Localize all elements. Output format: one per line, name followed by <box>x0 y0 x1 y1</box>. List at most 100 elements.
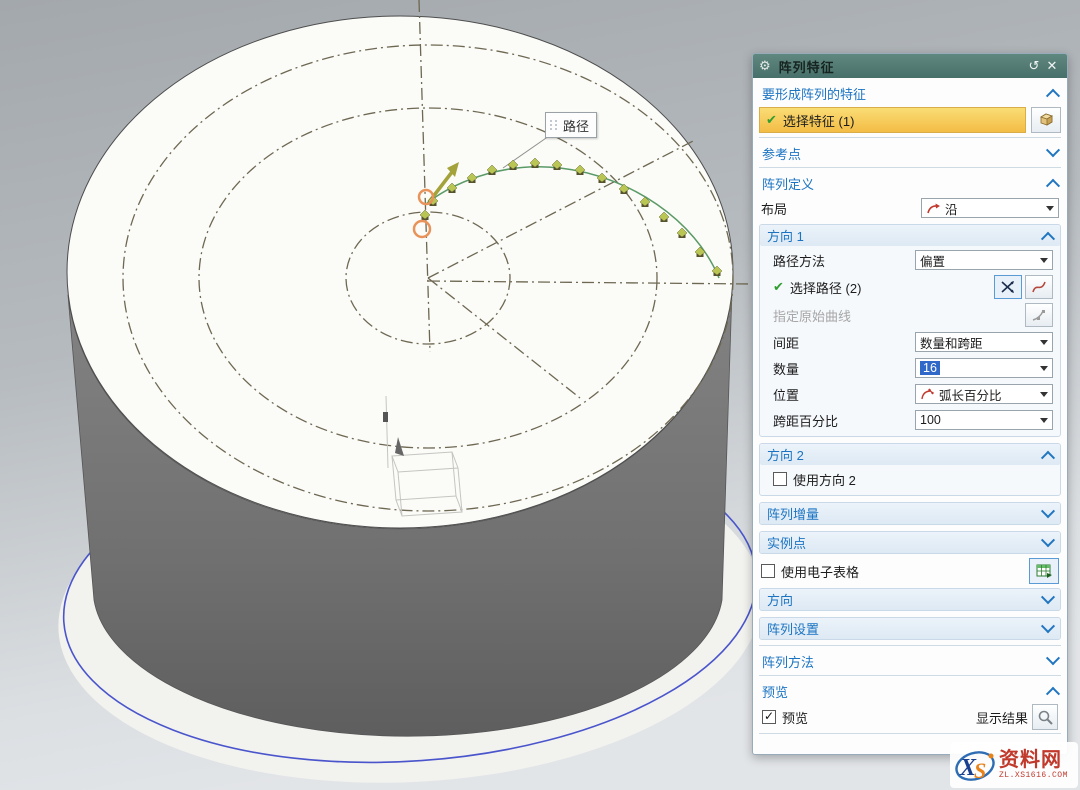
dropdown-arrow-icon <box>1040 340 1048 345</box>
section-pattern-definition[interactable]: 阵列定义 <box>758 171 1062 195</box>
preview-checkbox[interactable]: ✓ <box>762 710 776 724</box>
path-method-value: 偏置 <box>920 251 945 270</box>
feature-box-button[interactable] <box>1031 107 1061 133</box>
group-direction-1-header[interactable]: 方向 1 <box>760 225 1060 246</box>
chevron-up-icon[interactable] <box>1046 687 1060 701</box>
curve-points-icon <box>1031 308 1047 322</box>
dialog-close-icon[interactable]: ✕ <box>1043 58 1061 74</box>
section-pattern-definition-label: 阵列定义 <box>762 174 814 193</box>
spline-curve-icon <box>1031 280 1047 294</box>
path-method-label: 路径方法 <box>773 251 915 270</box>
position-dropdown[interactable]: 弧长百分比 <box>915 384 1053 404</box>
section-preview[interactable]: 预览 <box>758 679 1062 703</box>
section-reference-point[interactable]: 参考点 <box>758 141 1062 165</box>
specify-original-curve-label: 指定原始曲线 <box>773 306 1025 325</box>
section-pattern-method[interactable]: 阵列方法 <box>758 649 1062 673</box>
direction-1-label: 方向 1 <box>767 226 804 245</box>
feature-anchor-mark <box>383 412 388 422</box>
chevron-up-icon[interactable] <box>1046 179 1060 193</box>
solid-box-icon <box>1037 112 1055 128</box>
along-path-icon <box>926 202 941 215</box>
chevron-up-icon[interactable] <box>1046 89 1060 103</box>
layout-value: 沿 <box>945 199 958 218</box>
dropdown-arrow-icon <box>1046 206 1054 211</box>
dialog-reset-icon[interactable]: ↺ <box>1025 58 1043 74</box>
chevron-down-icon[interactable] <box>1046 143 1060 157</box>
path-tooltip[interactable]: 路径 <box>545 112 597 138</box>
span-percent-label: 跨距百分比 <box>773 411 915 430</box>
chevron-down-icon[interactable] <box>1041 504 1055 518</box>
use-direction-2-checkbox[interactable] <box>773 472 787 486</box>
dropdown-arrow-icon <box>1040 418 1048 423</box>
group-instance-points-header[interactable]: 实例点 <box>760 532 1060 553</box>
group-pattern-increment: 阵列增量 <box>759 502 1061 525</box>
path-method-dropdown[interactable]: 偏置 <box>915 250 1053 270</box>
dropdown-arrow-icon <box>1040 258 1048 263</box>
chevron-up-icon[interactable] <box>1041 450 1055 464</box>
section-preview-label: 预览 <box>762 682 788 701</box>
layout-label: 布局 <box>761 199 921 218</box>
use-spreadsheet-checkbox[interactable] <box>761 564 775 578</box>
group-pattern-settings-header[interactable]: 阵列设置 <box>760 618 1060 639</box>
group-direction-1: 方向 1 路径方法 偏置 ✔ 选择路径 (2) <box>759 224 1061 437</box>
orientation-label: 方向 <box>767 590 793 609</box>
group-direction-2: 方向 2 使用方向 2 <box>759 443 1061 496</box>
check-icon: ✔ <box>766 112 777 128</box>
select-path-label: 选择路径 (2) <box>790 278 994 297</box>
specify-original-curve-button[interactable] <box>1025 303 1053 327</box>
span-percent-value: 100 <box>920 413 941 427</box>
preview-checkbox-label: 预览 <box>782 708 976 727</box>
check-icon: ✔ <box>773 279 784 295</box>
tooltip-grip-icon <box>550 120 558 130</box>
span-percent-input[interactable]: 100 <box>915 410 1053 430</box>
count-input[interactable]: 16 <box>915 358 1053 378</box>
pattern-feature-dialog: ⚙ 阵列特征 ↺ ✕ 要形成阵列的特征 ✔ 选择特征 (1) <box>752 53 1068 755</box>
count-value: 16 <box>920 361 940 375</box>
stop-at-intersection-button[interactable] <box>994 275 1022 299</box>
checkbox-tick-icon: ✓ <box>764 710 774 722</box>
dialog-body: 要形成阵列的特征 ✔ 选择特征 (1) 参考点 阵列定 <box>753 78 1067 754</box>
group-orientation-header[interactable]: 方向 <box>760 589 1060 610</box>
show-result-button[interactable] <box>1032 704 1058 730</box>
show-result-label: 显示结果 <box>976 708 1028 727</box>
dialog-menu-gear-icon[interactable]: ⚙ <box>759 58 771 74</box>
watermark-site-name: 资料网 <box>999 750 1068 770</box>
pattern-settings-label: 阵列设置 <box>767 619 819 638</box>
position-label: 位置 <box>773 385 915 404</box>
group-pattern-increment-header[interactable]: 阵列增量 <box>760 503 1060 524</box>
dropdown-arrow-icon <box>1040 392 1048 397</box>
group-instance-points: 实例点 <box>759 531 1061 554</box>
crossed-arrows-icon <box>1000 280 1016 294</box>
chevron-down-icon[interactable] <box>1041 619 1055 633</box>
tooltip-label: 路径 <box>563 116 589 135</box>
select-feature-label: 选择特征 (1) <box>783 111 855 130</box>
spacing-label: 间距 <box>773 333 915 352</box>
group-pattern-settings: 阵列设置 <box>759 617 1061 640</box>
curve-rule-button[interactable] <box>1025 275 1053 299</box>
dialog-title: 阵列特征 <box>779 57 1025 76</box>
position-value: 弧长百分比 <box>939 385 1002 404</box>
dropdown-arrow-icon <box>1040 366 1048 371</box>
section-reference-point-label: 参考点 <box>762 144 801 163</box>
section-features-to-pattern[interactable]: 要形成阵列的特征 <box>758 81 1062 105</box>
spreadsheet-icon <box>1035 563 1053 579</box>
chevron-up-icon[interactable] <box>1041 231 1055 245</box>
select-feature-row[interactable]: ✔ 选择特征 (1) <box>759 107 1026 133</box>
watermark-xs-logo: X S <box>953 745 997 785</box>
chevron-down-icon[interactable] <box>1046 651 1060 665</box>
edit-spreadsheet-button[interactable] <box>1029 558 1059 584</box>
chevron-down-icon[interactable] <box>1041 590 1055 604</box>
section-features-label: 要形成阵列的特征 <box>762 84 866 103</box>
group-direction-2-header[interactable]: 方向 2 <box>760 444 1060 465</box>
svg-text:S: S <box>974 758 986 783</box>
direction-2-label: 方向 2 <box>767 445 804 464</box>
arc-length-percent-icon <box>920 388 935 401</box>
spacing-value: 数量和跨距 <box>920 333 983 352</box>
spacing-dropdown[interactable]: 数量和跨距 <box>915 332 1053 352</box>
use-direction-2-label: 使用方向 2 <box>793 470 1053 489</box>
layout-dropdown[interactable]: 沿 <box>921 198 1059 218</box>
dialog-title-bar[interactable]: ⚙ 阵列特征 ↺ ✕ <box>753 54 1067 78</box>
chevron-down-icon[interactable] <box>1041 533 1055 547</box>
pattern-increment-label: 阵列增量 <box>767 504 819 523</box>
group-orientation: 方向 <box>759 588 1061 611</box>
